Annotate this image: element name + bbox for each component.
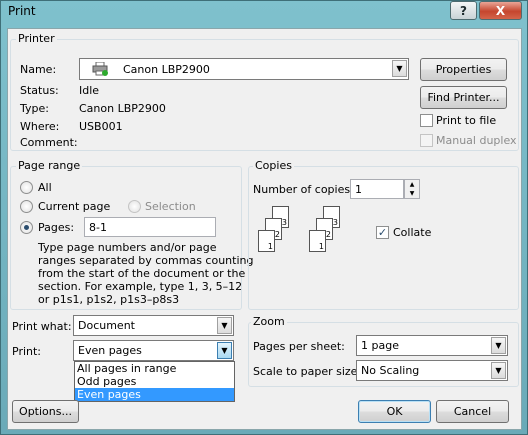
where-value: USB001	[79, 120, 123, 133]
where-label: Where:	[20, 120, 60, 133]
printer-name-label: Name:	[20, 63, 57, 76]
selection-radio[interactable]	[128, 200, 141, 213]
ok-button[interactable]: OK	[358, 400, 431, 423]
collate-label: Collate	[393, 226, 432, 239]
current-page-radio[interactable]	[20, 200, 33, 213]
page-range-help-line-4: section. For example, type 1, 3, 5–12	[38, 280, 243, 293]
close-icon: X	[495, 3, 506, 18]
print-dropdown-list[interactable]: All pages in range Odd pages Even pages	[74, 361, 235, 402]
pages-input[interactable]: 8-1	[84, 217, 216, 237]
type-label: Type:	[20, 102, 49, 115]
chevron-down-icon[interactable]: ▼	[491, 362, 506, 379]
cancel-button[interactable]: Cancel	[436, 400, 509, 423]
manual-duplex-checkbox[interactable]	[420, 134, 433, 147]
scale-to-paper-size-label: Scale to paper size:	[253, 365, 362, 378]
page-range-group-label: Page range	[16, 159, 83, 172]
print-option-odd-pages[interactable]: Odd pages	[75, 375, 234, 388]
number-of-copies-input[interactable]: 1	[350, 179, 404, 199]
print-to-file-checkbox[interactable]	[420, 114, 433, 127]
number-of-copies-label: Number of copies:	[253, 183, 354, 196]
chevron-down-icon[interactable]: ▼	[392, 60, 407, 77]
spin-down-icon[interactable]: ▼	[405, 189, 419, 198]
page-range-help-line-2: ranges separated by commas counting	[38, 254, 254, 267]
print-to-file-label: Print to file	[436, 114, 497, 127]
pages-per-sheet-select[interactable]: 1 page ▼	[356, 335, 508, 356]
options-button[interactable]: Options...	[12, 400, 79, 423]
title-bar[interactable]: Print ? X	[1, 1, 527, 23]
current-page-label: Current page	[38, 200, 111, 213]
print-label: Print:	[12, 345, 42, 358]
status-value: Idle	[79, 84, 100, 97]
scale-to-paper-size-select[interactable]: No Scaling ▼	[356, 360, 508, 381]
collate-page-1b: 1	[309, 230, 326, 252]
find-printer-button[interactable]: Find Printer...	[420, 86, 507, 109]
copies-group-label: Copies	[253, 159, 294, 172]
check-icon: ✓	[377, 226, 388, 239]
selection-label: Selection	[145, 200, 196, 213]
manual-duplex-label: Manual duplex	[436, 134, 517, 147]
printer-icon	[92, 61, 108, 76]
spin-up-icon[interactable]: ▲	[405, 180, 419, 189]
page-range-help-line-5: or p1s1, p1s2, p1s3–p8s3	[38, 293, 180, 306]
close-button[interactable]: X	[479, 1, 522, 20]
pages-radio[interactable]	[20, 221, 33, 234]
page-range-help-line-3: from the start of the document or the	[38, 267, 246, 280]
print-select[interactable]: Even pages ▼	[73, 340, 234, 361]
print-what-select[interactable]: Document ▼	[73, 315, 234, 336]
collate-checkbox[interactable]: ✓	[376, 226, 389, 239]
all-pages-label: All	[38, 181, 52, 194]
print-what-label: Print what:	[12, 320, 72, 333]
all-pages-radio[interactable]	[20, 181, 33, 194]
help-button[interactable]: ?	[450, 1, 477, 20]
printer-group-label: Printer	[16, 32, 57, 45]
printer-name-value: Canon LBP2900	[123, 63, 210, 76]
zoom-group-label: Zoom	[251, 315, 287, 328]
chevron-down-icon[interactable]: ▼	[217, 317, 232, 334]
pages-label: Pages:	[38, 221, 75, 234]
print-dialog: Print ? X Printer Name: Canon LBP2900 ▼ …	[0, 0, 528, 435]
type-value: Canon LBP2900	[79, 102, 166, 115]
dialog-body: Printer Name: Canon LBP2900 ▼ Status: Id…	[7, 28, 522, 430]
copies-spinner[interactable]: ▲ ▼	[404, 179, 420, 199]
comment-label: Comment:	[20, 136, 78, 149]
print-option-all-pages[interactable]: All pages in range	[75, 362, 234, 375]
collate-page-1a: 1	[258, 230, 275, 252]
status-label: Status:	[20, 84, 59, 97]
help-icon: ?	[460, 3, 467, 18]
page-range-help-line-1: Type page numbers and/or page	[38, 241, 217, 254]
pages-per-sheet-label: Pages per sheet:	[253, 340, 345, 353]
chevron-down-icon[interactable]: ▼	[491, 337, 506, 354]
chevron-down-icon[interactable]: ▼	[217, 342, 232, 359]
properties-button[interactable]: Properties	[420, 58, 507, 81]
printer-name-select[interactable]: Canon LBP2900 ▼	[79, 58, 409, 80]
print-option-even-pages[interactable]: Even pages	[75, 388, 234, 401]
window-title: Print	[8, 4, 36, 18]
